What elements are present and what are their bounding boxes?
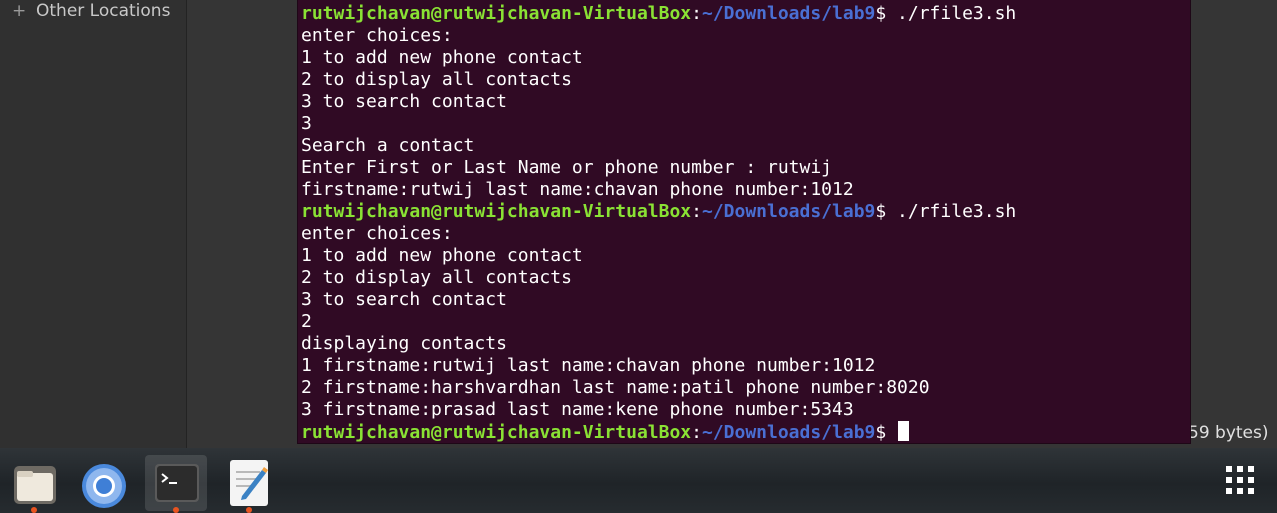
output-line: firstname:rutwij last name:chavan phone … xyxy=(301,179,854,200)
plus-icon: + xyxy=(12,1,27,21)
sidebar-item-other-locations[interactable]: + Other Locations xyxy=(12,0,170,22)
text-editor-icon xyxy=(230,460,268,506)
prompt-path: ~/Downloads/lab9 xyxy=(701,3,876,24)
prompt-user: rutwijchavan@rutwijchavan-VirtualBox xyxy=(301,201,692,222)
prompt-line: rutwijchavan@rutwijchavan-VirtualBox:~/D… xyxy=(301,3,1016,25)
output-line: enter choices: xyxy=(301,25,453,46)
output-line: 2 firstname:harshvardhan last name:patil… xyxy=(301,377,930,398)
running-indicator xyxy=(173,507,179,513)
prompt-separator: : xyxy=(691,422,702,443)
command-text: $ xyxy=(875,422,898,443)
output-line: enter choices: xyxy=(301,223,453,244)
terminal-icon xyxy=(155,464,199,502)
output-line: 1 to add new phone contact xyxy=(301,245,583,266)
prompt-user: rutwijchavan@rutwijchavan-VirtualBox xyxy=(301,3,692,24)
output-line: Search a contact xyxy=(301,135,475,156)
dock-chromium[interactable] xyxy=(73,455,135,511)
prompt-path: ~/Downloads/lab9 xyxy=(701,201,876,222)
folder-icon xyxy=(14,466,56,504)
prompt-path: ~/Downloads/lab9 xyxy=(701,422,876,443)
status-bar-text: 59 bytes) xyxy=(1188,423,1269,443)
terminal-cursor xyxy=(898,421,910,441)
sidebar-item-label: Other Locations xyxy=(36,1,171,21)
command-text: $ ./rfile3.sh xyxy=(875,201,1017,222)
chromium-icon xyxy=(82,464,126,508)
dock-files[interactable] xyxy=(3,455,65,513)
dock-text-editor[interactable] xyxy=(218,455,280,513)
output-line: 3 firstname:prasad last name:kene phone … xyxy=(301,399,854,420)
prompt-line: rutwijchavan@rutwijchavan-VirtualBox:~/D… xyxy=(301,421,910,443)
output-line: 3 to search contact xyxy=(301,91,507,112)
dock-terminal[interactable] xyxy=(145,455,207,513)
output-line: 2 to display all contacts xyxy=(301,69,572,90)
output-line: 3 to search contact xyxy=(301,289,507,310)
output-line: 2 to display all contacts xyxy=(301,267,572,288)
prompt-separator: : xyxy=(691,3,702,24)
prompt-separator: : xyxy=(691,201,702,222)
terminal-window[interactable]: rutwijchavan@rutwijchavan-VirtualBox:~/D… xyxy=(298,0,1190,443)
running-indicator xyxy=(246,507,252,513)
output-line: Enter First or Last Name or phone number… xyxy=(301,157,833,178)
output-line: 1 to add new phone contact xyxy=(301,47,583,68)
prompt-line: rutwijchavan@rutwijchavan-VirtualBox:~/D… xyxy=(301,201,1016,223)
output-line: 3 xyxy=(301,113,312,134)
app-grid-icon[interactable] xyxy=(1224,464,1256,496)
command-text: $ ./rfile3.sh xyxy=(875,3,1017,24)
files-sidebar: + Other Locations xyxy=(0,0,187,448)
output-line: 2 xyxy=(301,311,312,332)
output-line: 1 firstname:rutwij last name:chavan phon… xyxy=(301,355,876,376)
dock xyxy=(0,448,1277,513)
prompt-user: rutwijchavan@rutwijchavan-VirtualBox xyxy=(301,422,692,443)
running-indicator xyxy=(31,507,37,513)
output-line: displaying contacts xyxy=(301,333,507,354)
